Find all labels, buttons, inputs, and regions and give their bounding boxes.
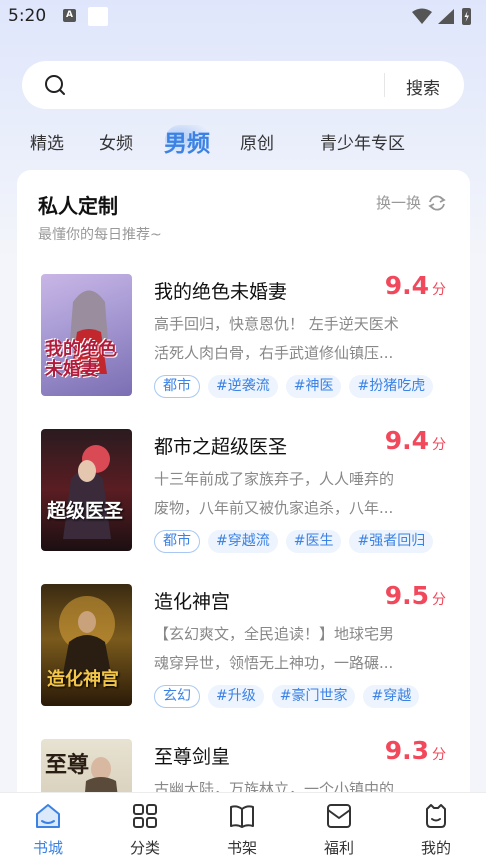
category-icon	[133, 804, 157, 828]
book-score: 9.4 分	[384, 426, 446, 455]
bookshelf-icon	[230, 805, 254, 828]
notification-square-icon	[88, 7, 108, 26]
book-score: 9.5 分	[384, 581, 446, 610]
tag-category[interactable]: 都市	[154, 530, 200, 553]
book-title[interactable]: 至尊剑皇	[154, 742, 230, 769]
search-input[interactable]	[82, 69, 392, 101]
tab-female[interactable]: 女频	[99, 129, 133, 154]
recommendation-card: 私人定制 最懂你的每日推荐~ 换一换 我的绝色未婚妻 我的绝色未婚妻 9.4 分 …	[17, 170, 470, 810]
nav-label: 分类	[129, 839, 160, 857]
tab-youth[interactable]: 青少年专区	[320, 129, 405, 154]
signal-icon	[438, 9, 454, 24]
book-item[interactable]: 我的绝色未婚妻 我的绝色未婚妻 9.4 分 高手回归，快意恩仇！ 左手逆天医术 活死…	[17, 271, 470, 424]
nav-bookshelf[interactable]: 书架	[212, 801, 272, 858]
tab-male[interactable]: 男频	[164, 124, 210, 158]
cover-title: 造化神宫	[47, 669, 119, 690]
book-score: 9.3 分	[384, 736, 446, 765]
nav-label: 福利	[323, 839, 354, 857]
tag[interactable]: #扮猪吃虎	[349, 375, 434, 398]
tag[interactable]: #医生	[285, 530, 342, 553]
refresh-icon	[428, 195, 446, 210]
tag[interactable]: #豪门世家	[271, 685, 356, 708]
tag-category[interactable]: 都市	[154, 375, 200, 398]
book-score: 9.4 分	[384, 271, 446, 300]
section-subtitle: 最懂你的每日推荐~	[38, 227, 162, 243]
notification-icon: A	[63, 9, 76, 22]
status-icons	[412, 8, 471, 25]
nav-label: 我的	[420, 839, 451, 857]
book-cover[interactable]: 超级医圣	[41, 429, 132, 551]
status-bar: 5:20 A	[0, 0, 486, 34]
book-cover[interactable]: 造化神宫	[41, 584, 132, 706]
search-icon[interactable]	[44, 74, 66, 96]
book-item[interactable]: 超级医圣 都市之超级医圣 9.4 分 十三年前成了家族弃子，人人唾弃的 废物，八年前…	[17, 426, 470, 579]
cover-title: 超级医圣	[47, 500, 124, 522]
nav-bookstore[interactable]: 书城	[18, 801, 78, 858]
book-tags: 玄幻 #升级 #豪门世家 #穿越	[154, 685, 420, 708]
nav-label: 书架	[226, 839, 257, 857]
section-title: 私人定制	[38, 194, 118, 218]
book-title[interactable]: 我的绝色未婚妻	[154, 277, 287, 304]
book-cover[interactable]: 我的绝色未婚妻	[41, 274, 132, 396]
nav-label: 书城	[32, 839, 63, 857]
wifi-icon	[412, 8, 432, 24]
profile-icon	[426, 804, 446, 828]
tag[interactable]: #穿越流	[208, 530, 278, 553]
book-tags: 都市 #穿越流 #医生 #强者回归	[154, 530, 434, 553]
tag[interactable]: #神医	[285, 375, 342, 398]
nav-welfare[interactable]: 福利	[309, 801, 369, 858]
book-description: 十三年前成了家族弃子，人人唾弃的 废物，八年前又被仇家追杀，八年...	[154, 470, 395, 517]
tag[interactable]: #穿越	[363, 685, 420, 708]
cover-title: 至尊	[45, 752, 90, 778]
book-cover-art	[63, 445, 111, 539]
search-button[interactable]: 搜索	[406, 74, 440, 99]
tag[interactable]: #逆袭流	[208, 375, 278, 398]
home-icon	[36, 804, 60, 828]
status-time: 5:20	[8, 6, 47, 26]
search-bar: 搜索	[22, 61, 464, 109]
refresh-label: 换一换	[375, 194, 421, 212]
book-title[interactable]: 都市之超级医圣	[154, 432, 287, 459]
search-divider	[384, 73, 385, 97]
book-item[interactable]: 造化神宫 造化神宫 9.5 分 【玄幻爽文，全民追读！】地球宅男 魂穿异世，领悟无上…	[17, 581, 470, 734]
book-tags: 都市 #逆袭流 #神医 #扮猪吃虎	[154, 375, 434, 398]
welfare-icon	[327, 804, 351, 828]
cover-title: 我的绝色未婚妻	[45, 339, 117, 380]
tab-original[interactable]: 原创	[240, 129, 274, 154]
book-description: 【玄幻爽文，全民追读！】地球宅男 魂穿异世，领悟无上神功，一路碾...	[154, 625, 395, 672]
tag[interactable]: #强者回归	[349, 530, 434, 553]
tab-featured[interactable]: 精选	[30, 129, 64, 154]
nav-category[interactable]: 分类	[115, 801, 175, 858]
refresh-button[interactable]: 换一换	[376, 192, 447, 213]
tag[interactable]: #升级	[208, 685, 264, 708]
nav-profile[interactable]: 我的	[406, 801, 466, 858]
book-description: 高手回归，快意恩仇！ 左手逆天医术 活死人肉白骨，右手武道修仙镇压...	[154, 315, 399, 362]
bottom-navigation: 书城 分类 书架 福利 我的	[0, 792, 486, 864]
tag-category[interactable]: 玄幻	[154, 685, 200, 708]
book-title[interactable]: 造化神宫	[154, 587, 230, 614]
